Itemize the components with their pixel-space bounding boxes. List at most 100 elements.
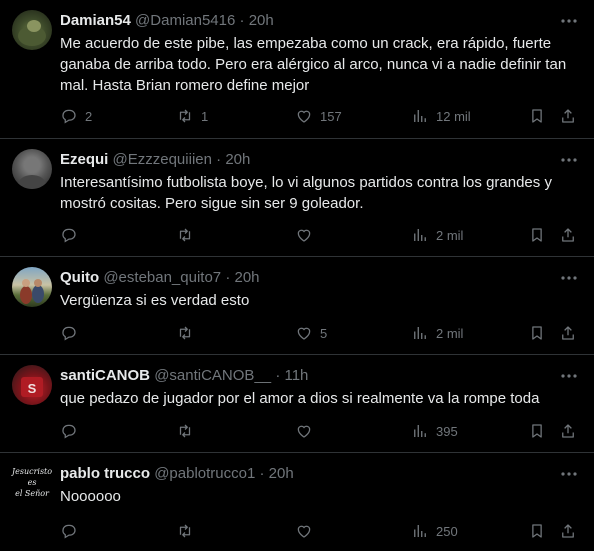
tweet-header: santiCANOB @santiCANOB__ · 11h — [60, 366, 554, 386]
display-name[interactable]: pablo trucco — [60, 465, 150, 482]
user-handle[interactable]: @pablotrucco1 — [154, 465, 255, 482]
tweet[interactable]: Jesucristo es el Señor pablo trucco @pab… — [0, 453, 594, 551]
reply-icon — [62, 424, 76, 439]
tweet-text: Me acuerdo de este pibe, las empezaba co… — [60, 35, 567, 94]
views-button[interactable]: 250 — [411, 521, 458, 541]
share-icon — [562, 326, 574, 340]
separator-dot: · — [216, 151, 222, 168]
repost-button[interactable]: 1 — [176, 106, 208, 126]
separator-dot: · — [275, 367, 281, 384]
avatar[interactable] — [12, 267, 52, 307]
tweet[interactable]: Damian54 @Damian5416 · 20h Me acuerdo de… — [0, 0, 594, 139]
svg-text:S: S — [28, 381, 37, 396]
reply-icon — [62, 228, 76, 243]
more-icon[interactable] — [560, 12, 578, 30]
repost-icon — [179, 424, 191, 438]
reply-icon — [62, 326, 76, 341]
bookmark-button[interactable] — [528, 323, 546, 343]
display-name[interactable]: Ezequi — [60, 151, 108, 168]
more-icon[interactable] — [560, 367, 578, 385]
separator-dot: · — [259, 465, 265, 482]
reply-button[interactable]: 2 — [60, 106, 92, 126]
views-icon — [414, 110, 426, 122]
tweet-header: pablo trucco @pablotrucco1 · 20h — [60, 464, 554, 484]
bookmark-button[interactable] — [528, 106, 546, 126]
like-icon — [297, 110, 311, 123]
repost-count: 1 — [201, 108, 209, 124]
share-button[interactable] — [559, 225, 577, 245]
share-button[interactable] — [559, 106, 577, 126]
like-button[interactable]: 157 — [295, 106, 342, 126]
reply-button[interactable] — [60, 323, 85, 343]
more-icon[interactable] — [560, 465, 578, 483]
share-icon — [562, 228, 574, 242]
timestamp[interactable]: 20h — [235, 269, 260, 286]
avatar[interactable]: Jesucristo es el Señor — [11, 461, 53, 505]
like-button[interactable] — [295, 521, 320, 541]
avatar[interactable]: S — [12, 365, 52, 405]
user-handle[interactable]: @esteban_quito7 — [103, 269, 221, 286]
more-icon[interactable] — [560, 269, 578, 287]
tweet-text: Noooooo — [60, 488, 121, 505]
display-name[interactable]: santiCANOB — [60, 367, 150, 384]
bookmark-button[interactable] — [528, 225, 546, 245]
reply-button[interactable] — [60, 521, 85, 541]
like-button[interactable]: 5 — [295, 323, 327, 343]
views-icon — [414, 425, 426, 437]
share-button[interactable] — [559, 421, 577, 441]
timestamp[interactable]: 20h — [225, 151, 250, 168]
reply-count: 2 — [85, 108, 93, 124]
bookmark-icon — [532, 424, 542, 438]
share-button[interactable] — [559, 521, 577, 541]
repost-button[interactable] — [176, 225, 201, 245]
tweet[interactable]: Quito @esteban_quito7 · 20h Vergüenza si… — [0, 257, 594, 355]
avatar[interactable] — [12, 10, 52, 50]
reply-button[interactable] — [60, 225, 85, 245]
avatar[interactable] — [12, 149, 52, 189]
tweet-header: Quito @esteban_quito7 · 20h — [60, 268, 554, 288]
bookmark-button[interactable] — [528, 521, 546, 541]
user-handle[interactable]: @santiCANOB__ — [154, 367, 271, 384]
like-button[interactable] — [295, 225, 320, 245]
like-count: 5 — [320, 325, 328, 341]
more-icon[interactable] — [560, 151, 578, 169]
views-count: 250 — [436, 523, 458, 539]
share-icon — [562, 424, 574, 438]
like-count: 157 — [320, 108, 342, 124]
repost-icon — [179, 326, 191, 340]
tweet-header: Ezequi @Ezzzequiiien · 20h — [60, 150, 554, 170]
views-button[interactable]: 395 — [411, 421, 458, 441]
display-name[interactable]: Quito — [60, 269, 99, 286]
separator-dot: · — [239, 12, 245, 29]
reply-icon — [62, 109, 76, 124]
bookmark-button[interactable] — [528, 421, 546, 441]
repost-button[interactable] — [176, 323, 201, 343]
repost-button[interactable] — [176, 421, 201, 441]
views-button[interactable]: 2 mil — [411, 225, 463, 245]
like-button[interactable] — [295, 421, 320, 441]
views-icon — [414, 525, 426, 537]
tweet[interactable]: S santiCANOB @santiCANOB__ · 11h que ped… — [0, 355, 594, 453]
tweet-text: Vergüenza si es verdad esto — [60, 292, 250, 309]
share-button[interactable] — [559, 323, 577, 343]
bookmark-icon — [532, 326, 542, 340]
like-icon — [297, 525, 311, 538]
repost-icon — [179, 109, 191, 123]
user-handle[interactable]: @Damian5416 — [135, 12, 235, 29]
timestamp[interactable]: 11h — [284, 367, 308, 384]
timestamp[interactable]: 20h — [249, 12, 274, 29]
display-name[interactable]: Damian54 — [60, 12, 131, 29]
tweet[interactable]: Ezequi @Ezzzequiiien · 20h Interesantísi… — [0, 139, 594, 257]
views-button[interactable]: 2 mil — [411, 323, 463, 343]
action-bar: 395 — [60, 421, 580, 441]
user-handle[interactable]: @Ezzzequiiien — [113, 151, 212, 168]
reply-feed: Damian54 @Damian5416 · 20h Me acuerdo de… — [0, 0, 594, 551]
avatar-text-line-2: es — [28, 478, 37, 487]
action-bar: 2 mil — [60, 225, 580, 245]
repost-button[interactable] — [176, 521, 201, 541]
views-button[interactable]: 12 mil — [411, 106, 471, 126]
bookmark-icon — [532, 524, 542, 538]
views-count: 395 — [436, 423, 458, 439]
timestamp[interactable]: 20h — [269, 465, 294, 482]
reply-button[interactable] — [60, 421, 85, 441]
